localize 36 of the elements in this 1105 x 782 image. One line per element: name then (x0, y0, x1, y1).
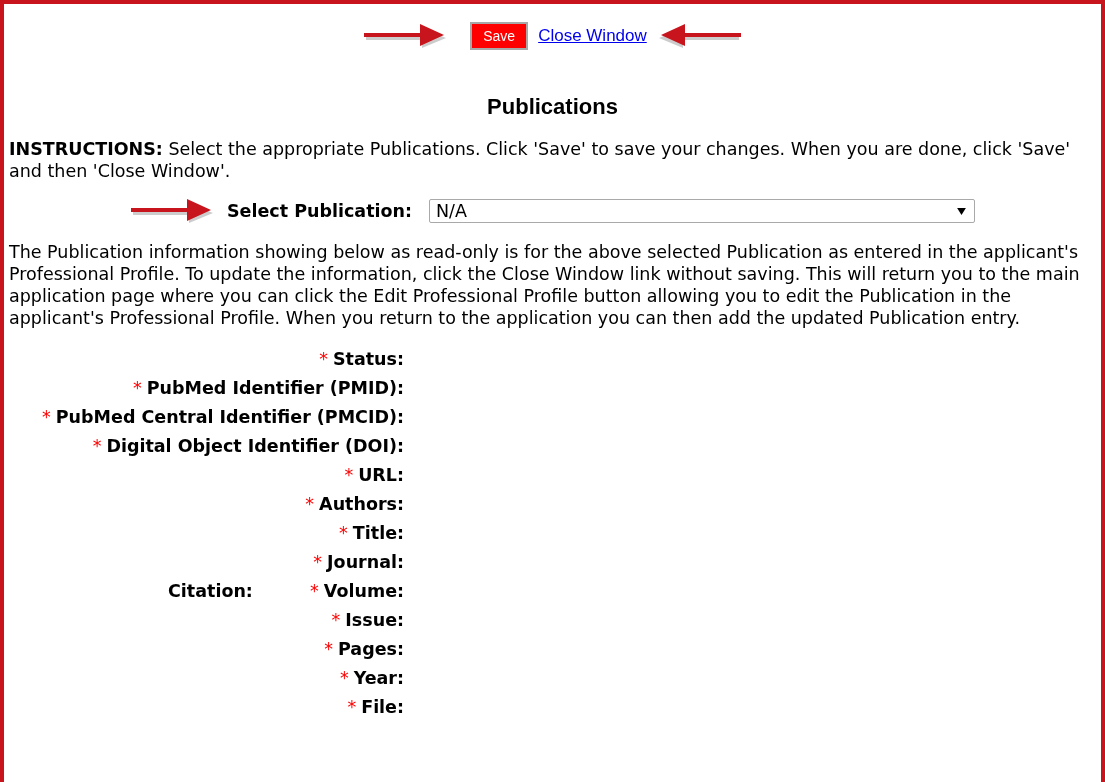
field-label: URL: (358, 465, 404, 485)
publication-dropdown[interactable]: N/A (429, 199, 975, 223)
description-text: The Publication information showing below as read-only is for the above selected Publication as entered in the applicant's Professional Profile. To update the information, click the Close Window link without saving. This will return you to the main application page where you can click the Edit Professional Profile button allowing you to edit the Publication in the applicant's Professional Profile. When you return to the application you can then add the updated Publication entry. (9, 241, 1081, 329)
required-asterisk: * (92, 436, 102, 456)
field-label: Issue: (345, 610, 404, 630)
field-label: PubMed Identifier (PMID): (146, 378, 404, 398)
close-window-link[interactable]: Close Window (538, 26, 647, 46)
arrow-icon (131, 197, 215, 225)
required-asterisk: * (319, 349, 328, 369)
instructions-text: INSTRUCTIONS: Select the appropriate Publications. Click 'Save' to save your changes. When you are done, click 'Save' and then 'Close Window'. (9, 138, 1072, 182)
required-asterisk: * (324, 639, 333, 659)
field-label: Title: (352, 523, 404, 543)
field-label: Digital Object Identifier (DOI): (106, 436, 404, 456)
required-asterisk: * (132, 378, 142, 398)
required-asterisk: * (344, 465, 354, 485)
required-asterisk: * (347, 697, 357, 717)
field-label: Status: (332, 349, 404, 369)
field-label: Journal: (327, 552, 404, 572)
required-asterisk: * (42, 407, 51, 427)
group-label: Citation: (167, 580, 254, 603)
required-asterisk: * (305, 494, 315, 514)
required-asterisk: * (331, 610, 341, 630)
required-asterisk: * (313, 552, 323, 572)
field-label: PubMed Central Identifier (PMCID): (55, 407, 404, 427)
required-asterisk: * (339, 523, 348, 543)
field-label: Volume: (323, 581, 404, 601)
required-asterisk: * (310, 581, 319, 601)
field-label: Pages: (338, 639, 404, 659)
field-label: Select Publication: (227, 201, 409, 221)
field-label: Year: (353, 668, 404, 688)
field-label: File: (361, 697, 404, 717)
caret-icon (957, 207, 966, 215)
page-heading: Publications (486, 94, 619, 120)
field-label: Authors: (319, 494, 404, 514)
required-asterisk: * (339, 668, 349, 688)
save-button[interactable]: Save (470, 22, 529, 50)
